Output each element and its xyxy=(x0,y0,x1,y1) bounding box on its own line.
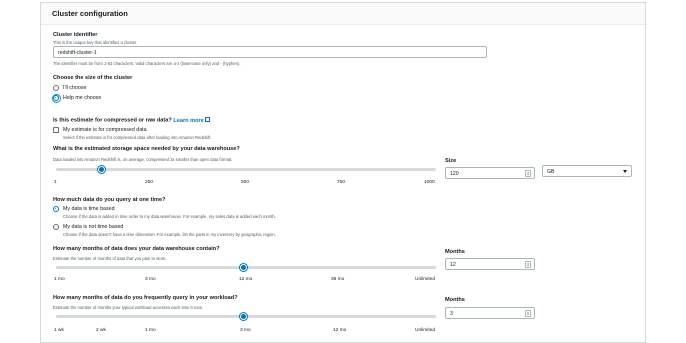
months-query-slider-thumb[interactable] xyxy=(240,313,247,320)
identifier-description: This is the unique key that identifies a… xyxy=(53,40,138,45)
months-query-stepper-icon[interactable]: ⇕ xyxy=(525,310,531,317)
months-query-tick: 2 wk xyxy=(96,328,106,333)
size-input-value: 120 xyxy=(450,171,459,177)
months-contain-question: How many months of data does your data w… xyxy=(53,246,220,252)
months-contain-description: Estimate the number of months of data th… xyxy=(53,256,167,261)
caret-down-icon xyxy=(623,170,627,173)
storage-tick: 1000 xyxy=(424,180,435,185)
panel-header: Cluster configuration xyxy=(41,3,645,25)
months-contain-tick: 12 mo xyxy=(239,277,253,282)
learn-more-link[interactable]: Learn more xyxy=(173,117,210,124)
months-contain-stepper-icon[interactable]: ⇕ xyxy=(525,261,531,268)
months-query-tick: 1 mo xyxy=(145,328,156,333)
months-query-question: How many months of data do you frequentl… xyxy=(53,295,238,301)
radio-ill-choose[interactable] xyxy=(53,85,59,91)
cluster-identifier-input[interactable]: redshift-cluster-1 xyxy=(53,46,487,58)
size-field-label: Size xyxy=(445,158,457,164)
identifier-constraint: The identifier must be from 1-63 charact… xyxy=(53,61,241,66)
learn-more-text: Learn more xyxy=(173,117,204,124)
months-query-description: Estimate the number of months your typic… xyxy=(53,305,204,310)
storage-slider-track[interactable] xyxy=(56,168,436,171)
size-stepper-icon[interactable]: ⇕ xyxy=(525,170,531,177)
option-time-based-desc: Choose if the data is added in time orde… xyxy=(63,214,276,219)
cluster-configuration-panel: Cluster configuration Cluster identifier… xyxy=(40,2,646,343)
compressed-checkbox-desc: Select if the estimate is for compressed… xyxy=(63,135,212,140)
storage-tick: 500 xyxy=(241,180,250,185)
size-input[interactable]: 120 ⇕ xyxy=(445,167,535,179)
option-ill-choose-label: I'll choose xyxy=(63,85,87,91)
option-time-based-label: My data is time based xyxy=(63,206,115,212)
option-not-time-based-desc: Choose if the data doesn't have a time d… xyxy=(63,232,276,237)
cluster-identifier-value: redshift-cluster-1 xyxy=(58,50,97,56)
radio-help-me-choose[interactable] xyxy=(53,95,59,101)
storage-tick: 250 xyxy=(145,180,154,185)
months-contain-tick: Unlimited xyxy=(415,277,435,282)
storage-tick: 750 xyxy=(337,180,346,185)
months-query-input[interactable]: 3 ⇕ xyxy=(445,307,535,319)
query-frequency-question: How much data do you query at one time? xyxy=(53,197,166,203)
option-help-me-choose-label: Help me choose xyxy=(63,95,102,101)
months-contain-value: 12 xyxy=(450,262,456,268)
months-contain-input[interactable]: 12 ⇕ xyxy=(445,258,535,270)
months-contain-field-label: Months xyxy=(445,249,465,255)
months-query-tick: 1 wk xyxy=(54,328,64,333)
panel-title: Cluster configuration xyxy=(52,9,128,18)
external-link-icon xyxy=(204,117,210,122)
storage-tick: 1 xyxy=(54,180,57,185)
storage-description: Data loaded into Amazon Redshift is, on … xyxy=(53,157,233,162)
unit-select[interactable]: GB xyxy=(542,165,632,177)
radio-not-time-based[interactable] xyxy=(53,224,59,230)
compressed-checkbox-label: My estimate is for compressed data xyxy=(63,127,147,133)
compressed-checkbox[interactable] xyxy=(53,127,59,133)
months-query-tick: 12 mo xyxy=(333,328,347,333)
months-contain-tick: 3 mo xyxy=(145,277,156,282)
compressed-question-text: Is this estimate for compressed or raw d… xyxy=(53,117,172,124)
radio-time-based[interactable] xyxy=(53,206,59,212)
compressed-question: Is this estimate for compressed or raw d… xyxy=(53,117,210,124)
storage-slider-thumb[interactable] xyxy=(98,166,105,173)
identifier-label: Cluster identifier xyxy=(53,32,98,38)
months-contain-tick: 36 mo xyxy=(331,277,345,282)
option-not-time-based-label: My data is not time based xyxy=(63,224,124,230)
months-query-value: 3 xyxy=(450,311,453,317)
months-query-tick: 3 mo xyxy=(240,328,251,333)
months-query-tick: Unlimited xyxy=(415,328,435,333)
months-query-field-label: Months xyxy=(445,297,465,303)
months-contain-slider-thumb[interactable] xyxy=(240,264,247,271)
storage-question: What is the estimated storage space need… xyxy=(53,146,240,152)
unit-select-value: GB xyxy=(547,169,555,175)
months-contain-tick: 1 mo xyxy=(54,277,65,282)
size-choice-label: Choose the size of the cluster xyxy=(53,75,133,81)
